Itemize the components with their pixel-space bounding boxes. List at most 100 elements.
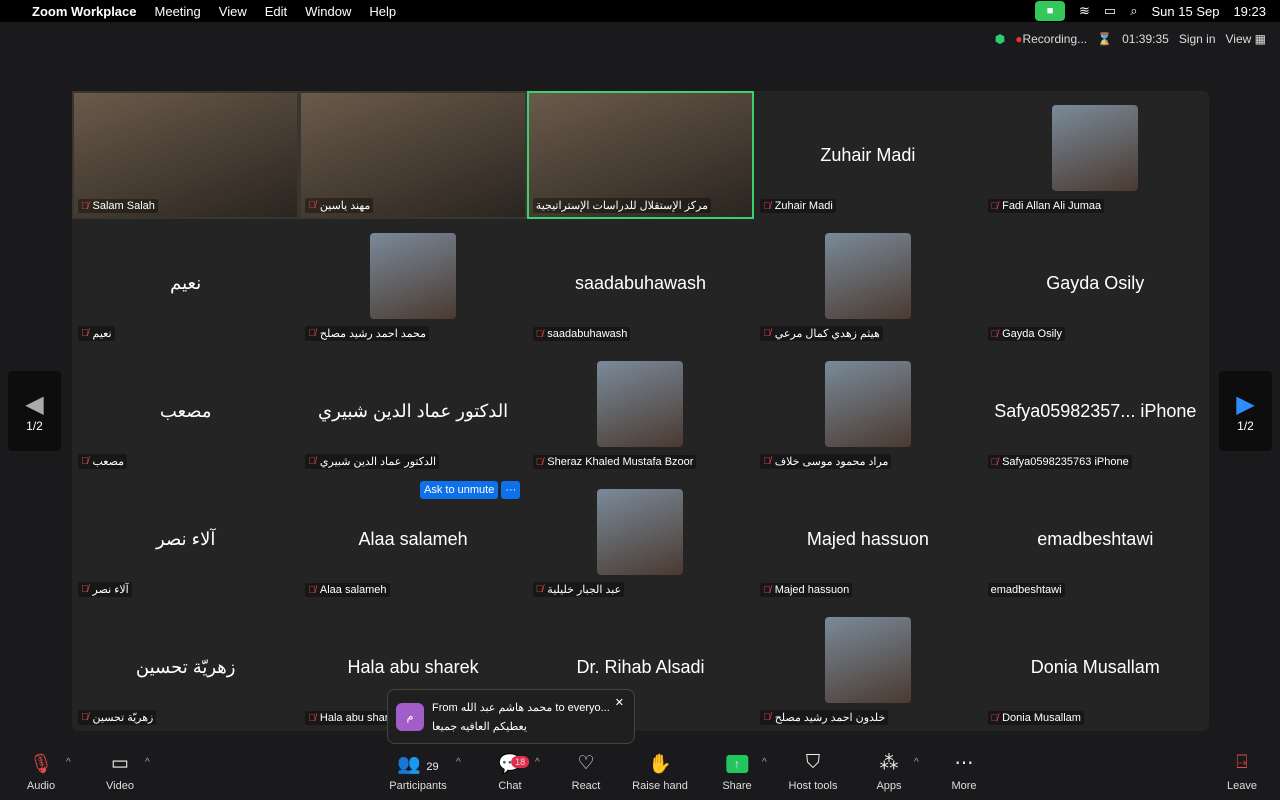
participant-tile[interactable]: مركز الإستقلال للدراسات الإستراتيجية xyxy=(526,91,755,219)
participant-name-label: 🎙̸ Sheraz Khaled Mustafa Bzoor xyxy=(532,455,697,469)
participant-name-label: 🎙̸ مصعب xyxy=(78,454,128,469)
participant-tile[interactable]: Gayda Osily 🎙̸ Gayda Osily xyxy=(982,219,1209,347)
more-options-button[interactable]: ··· xyxy=(501,481,521,499)
clock[interactable]: 19:23 xyxy=(1233,4,1266,19)
participant-name: Salam Salah xyxy=(92,200,155,212)
participant-tile[interactable]: آلاء نصر 🎙̸ آلاء نصر xyxy=(72,475,299,603)
more-label: More xyxy=(951,780,977,792)
search-icon[interactable]: ⌕ xyxy=(1130,3,1137,19)
share-button[interactable]: ↑ Share xyxy=(722,752,752,792)
apps-button[interactable]: ⁂ Apps xyxy=(876,752,901,792)
microphone-muted-icon: 🎙̸ xyxy=(990,328,999,340)
microphone-muted-icon: 🎙̸ xyxy=(990,712,999,724)
participant-tile[interactable]: Majed hassuon 🎙̸ Majed hassuon xyxy=(754,475,981,603)
arrow-right-icon: ▶ xyxy=(1236,390,1255,418)
participant-tile[interactable]: 🎙̸ محمد احمد رشيد مصلح xyxy=(299,219,526,347)
audio-options-caret[interactable]: ^ xyxy=(66,757,71,768)
grid-icon: ▦ xyxy=(1254,32,1266,46)
microphone-muted-icon: 🎙̸ xyxy=(81,712,89,723)
next-page-button[interactable]: ▶ 1/2 xyxy=(1219,371,1272,451)
close-icon[interactable]: ✕ xyxy=(615,696,624,709)
chat-notification[interactable]: م From محمد هاشم عبد الله to everyo... ي… xyxy=(387,689,635,744)
participant-tile[interactable]: 🎙̸ مهند ياسين xyxy=(299,91,527,219)
menu-app-name[interactable]: Zoom Workplace xyxy=(32,4,137,19)
leave-door-icon: ⍈ xyxy=(1236,752,1248,773)
meeting-timer[interactable]: 01:39:35 xyxy=(1122,32,1169,46)
microphone-muted-icon: 🎙̸ xyxy=(535,328,544,340)
previous-page-button[interactable]: ◀ 1/2 xyxy=(8,371,61,451)
participant-name: الدكتور عماد الدين شبيري xyxy=(319,456,437,468)
participant-name: Fadi Allan Ali Jumaa xyxy=(1002,200,1102,212)
host-tools-button[interactable]: ⛉ Host tools xyxy=(789,752,838,792)
participant-tile[interactable]: saadabuhawash 🎙̸ saadabuhawash xyxy=(527,219,754,347)
audio-button[interactable]: 🎙 Audio xyxy=(27,752,55,792)
menu-meeting[interactable]: Meeting xyxy=(155,4,201,19)
participant-display-name: نعيم xyxy=(170,272,202,293)
battery-icon[interactable]: ▭ xyxy=(1104,3,1116,19)
participant-photo xyxy=(824,617,911,703)
participant-name: emadbeshtawi xyxy=(990,584,1062,596)
participant-tile[interactable]: emadbeshtawi emadbeshtawi xyxy=(982,475,1209,603)
chat-options-caret[interactable]: ^ xyxy=(535,757,540,768)
participant-photo xyxy=(824,361,911,447)
view-button[interactable]: View ▦ xyxy=(1226,32,1266,46)
menu-window[interactable]: Window xyxy=(305,4,351,19)
chat-button[interactable]: 💬 Chat 18 xyxy=(498,752,530,792)
participant-name: هيثم زهدي كمال مرعي xyxy=(774,328,880,340)
share-options-caret[interactable]: ^ xyxy=(762,757,767,768)
participant-name: Zuhair Madi xyxy=(774,200,833,212)
menu-view[interactable]: View xyxy=(219,4,247,19)
participants-button[interactable]: 👥 29 Participants xyxy=(389,752,446,792)
recording-indicator[interactable]: ●Recording... xyxy=(1015,32,1087,46)
participant-display-name: Gayda Osily xyxy=(1046,272,1145,293)
participant-display-name: زهريّة تحسين xyxy=(135,656,236,677)
video-button[interactable]: ▭ Video xyxy=(106,752,134,792)
participant-tile[interactable]: الدكتور عماد الدين شبيري 🎙̸ الدكتور عماد ا… xyxy=(299,347,526,475)
participant-tile[interactable]: 🎙̸ Fadi Allan Ali Jumaa xyxy=(982,91,1209,219)
participant-display-name: Dr. Rihab Alsadi xyxy=(576,656,705,677)
microphone-muted-icon: 🎙̸ xyxy=(535,456,544,468)
microphone-muted-icon: 🎙 xyxy=(28,754,54,775)
participant-tile[interactable]: 🎙̸ عبد الجبار خليلية xyxy=(527,475,754,603)
video-options-caret[interactable]: ^ xyxy=(145,757,150,768)
participants-options-caret[interactable]: ^ xyxy=(456,757,461,768)
participant-tile[interactable]: 🎙̸ خلدون احمد رشيد مصلح xyxy=(754,603,981,731)
microphone-muted-icon: 🎙̸ xyxy=(763,328,771,339)
participant-tile[interactable]: Donia Musallam 🎙̸ Donia Musallam xyxy=(982,603,1209,731)
raise-hand-button[interactable]: ✋ Raise hand xyxy=(632,752,688,792)
participant-tile[interactable]: 🎙̸ مراد محمود موسى خلاف xyxy=(754,347,981,475)
menu-help[interactable]: Help xyxy=(369,4,396,19)
participant-tile[interactable]: 🎙̸ Sheraz Khaled Mustafa Bzoor xyxy=(527,347,754,475)
react-label: React xyxy=(571,780,601,792)
microphone-muted-icon: 🎙̸ xyxy=(763,456,771,467)
participant-name: خلدون احمد رشيد مصلح xyxy=(774,712,886,724)
react-button[interactable]: ♡ React xyxy=(572,752,601,792)
leave-button[interactable]: ⍈ Leave xyxy=(1227,752,1257,792)
menu-edit[interactable]: Edit xyxy=(265,4,287,19)
recording-label: Recording... xyxy=(1022,32,1088,46)
view-label: View xyxy=(1225,32,1252,46)
participant-tile[interactable]: 🎙̸ هيثم زهدي كمال مرعي xyxy=(754,219,981,347)
wifi-icon[interactable]: ≋ xyxy=(1079,3,1090,19)
participant-name-label: 🎙̸ آلاء نصر xyxy=(78,582,132,597)
date[interactable]: Sun 15 Sep xyxy=(1152,4,1220,19)
participant-tile[interactable]: مصعب 🎙̸ مصعب xyxy=(72,347,299,475)
microphone-muted-icon: 🎙̸ xyxy=(308,200,316,211)
participant-tile[interactable]: 🎙̸ Salam Salah xyxy=(72,91,300,219)
participant-tile[interactable]: زهريّة تحسين 🎙̸ زهريّة تحسين xyxy=(72,603,299,731)
participant-name: Alaa salameh xyxy=(319,584,387,596)
participant-tile[interactable]: نعيم 🎙̸ نعيم xyxy=(72,219,299,347)
participant-name: مركز الإستقلال للدراسات الإستراتيجية xyxy=(535,200,708,212)
more-button[interactable]: ⋯ More xyxy=(951,752,976,792)
ask-to-unmute-button[interactable]: Ask to unmute xyxy=(420,481,499,499)
meeting-toolbar: 🎙 Audio ^ ▭ Video ^ 👥 29 Participants ^ 💬 Ch… xyxy=(0,745,1280,800)
apps-options-caret[interactable]: ^ xyxy=(914,757,919,768)
participant-name-label: 🎙̸ Donia Musallam xyxy=(987,711,1084,725)
zoom-camera-icon[interactable]: ■ xyxy=(1035,1,1066,21)
participant-display-name: saadabuhawash xyxy=(574,272,707,293)
participant-tile[interactable]: Zuhair Madi 🎙̸ Zuhair Madi xyxy=(754,91,981,219)
shield-icon[interactable]: ⬢ xyxy=(995,32,1005,46)
participant-tile[interactable]: Safya05982357... iPhone 🎙̸ Safya0598235763… xyxy=(982,347,1209,475)
heart-icon: ♡ xyxy=(577,753,595,774)
sign-in-button[interactable]: Sign in xyxy=(1179,32,1216,46)
